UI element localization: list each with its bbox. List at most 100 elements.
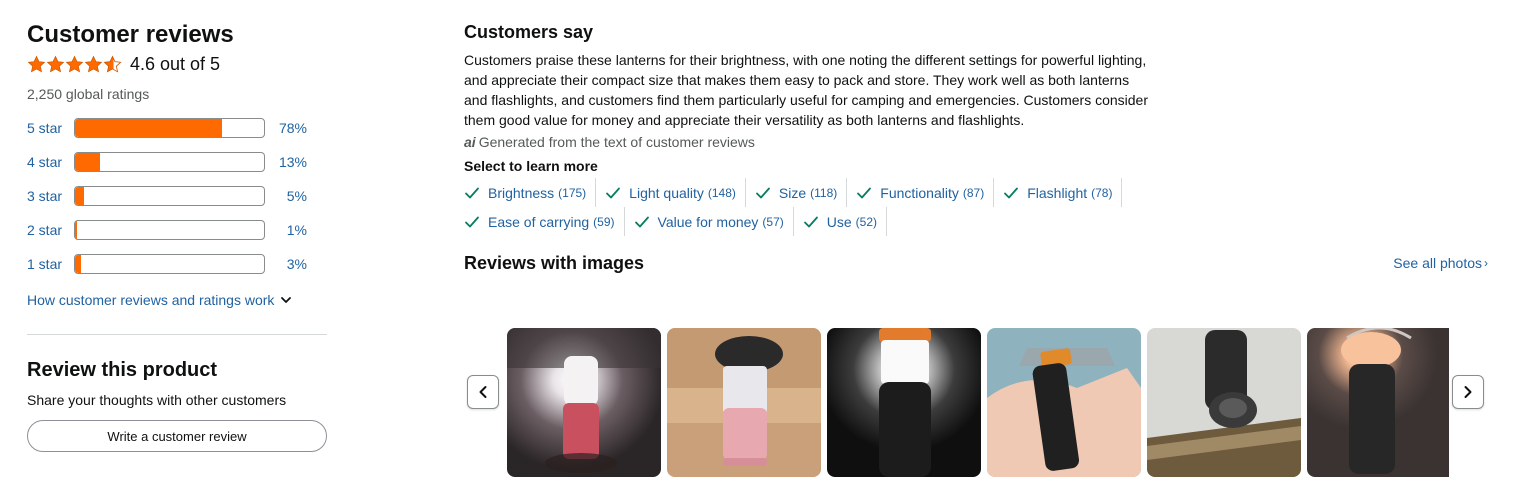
check-icon: [465, 216, 479, 227]
review-image-list: [507, 328, 1449, 477]
aspect-chip-row: Brightness (175) Light quality (148) Size (11…: [464, 178, 1131, 207]
see-all-photos-label: See all photos: [1393, 255, 1482, 271]
how-reviews-work-label: How customer reviews and ratings work: [27, 292, 275, 308]
customer-reviews-title: Customer reviews: [27, 21, 234, 48]
histogram-star-label[interactable]: 4 star: [27, 154, 74, 170]
lantern-photo: [987, 328, 1141, 477]
rating-text: 4.6 out of 5: [130, 53, 221, 74]
star-rating: [27, 54, 122, 74]
histogram-percent[interactable]: 3%: [265, 256, 307, 272]
check-icon: [465, 187, 479, 198]
aspect-chip[interactable]: Light quality (148): [605, 178, 746, 207]
aspect-chip-count: (52): [855, 214, 878, 229]
chevron-left-icon: [479, 386, 487, 398]
review-image[interactable]: [667, 328, 821, 477]
review-image[interactable]: [1147, 328, 1301, 477]
customers-say-panel: Customers say Customers praise these lan…: [464, 20, 1494, 279]
histogram-row[interactable]: 5 star 78%: [27, 111, 327, 145]
aspect-chip[interactable]: Value for money (57): [634, 207, 794, 236]
star-icon: [46, 55, 65, 72]
chevron-right-icon: ›: [1484, 256, 1488, 270]
aspect-chip[interactable]: Ease of carrying (59): [464, 207, 625, 236]
check-icon: [634, 216, 649, 227]
reviews-with-images-header: Reviews with images See all photos ›: [464, 253, 1494, 279]
review-image[interactable]: [827, 328, 981, 477]
histogram-bar[interactable]: [74, 186, 265, 206]
aspect-chip-count: (78): [1091, 185, 1113, 200]
aspect-chip-label: Use: [826, 213, 852, 230]
histogram-row[interactable]: 1 star 3%: [27, 247, 327, 281]
aspect-chip-label: Value for money: [657, 213, 759, 230]
check-icon: [1004, 187, 1019, 198]
global-ratings-count: 2,250 global ratings: [27, 86, 150, 102]
review-product-title: Review this product: [27, 359, 218, 381]
histogram-percent[interactable]: 5%: [265, 188, 307, 204]
histogram-bar-fill: [75, 255, 81, 273]
histogram-row[interactable]: 2 star 1%: [27, 213, 327, 247]
check-icon: [606, 187, 621, 198]
star-half-icon: [103, 54, 122, 73]
histogram-percent[interactable]: 13%: [265, 154, 307, 170]
reviews-with-images-title: Reviews with images: [464, 253, 645, 273]
aspect-chip-count: (118): [810, 185, 838, 200]
aspect-chip-label: Functionality: [880, 184, 959, 201]
aspect-chip-count: (59): [593, 214, 615, 229]
histogram-row[interactable]: 3 star 5%: [27, 179, 327, 213]
customers-say-title: Customers say: [464, 22, 594, 42]
write-review-button[interactable]: Write a customer review: [27, 420, 327, 452]
histogram-star-label[interactable]: 1 star: [27, 256, 74, 272]
ai-generated-note: ai Generated from the text of customer r…: [464, 134, 1494, 150]
aspect-chips: Brightness (175) Light quality (148) Size (11…: [464, 178, 1164, 236]
aspect-chip[interactable]: Brightness (175): [464, 178, 597, 207]
aspect-chip-label: Ease of carrying: [488, 213, 590, 230]
histogram-bar[interactable]: [74, 118, 265, 138]
histogram-row[interactable]: 4 star 13%: [27, 145, 327, 179]
review-image[interactable]: [987, 328, 1141, 477]
aspect-chip-count: (148): [707, 185, 736, 200]
aspect-chip-count: (87): [962, 185, 985, 200]
carousel-next-button[interactable]: [1452, 375, 1484, 409]
lantern-photo: [667, 328, 821, 477]
review-image[interactable]: [1307, 328, 1449, 477]
aspect-chip-count: (175): [558, 185, 587, 200]
histogram-star-label[interactable]: 2 star: [27, 222, 74, 238]
histogram-star-label[interactable]: 3 star: [27, 188, 74, 204]
aspect-chip[interactable]: Flashlight (78): [1003, 178, 1123, 207]
review-product-subtitle: Share your thoughts with other customers: [27, 392, 287, 408]
aspect-chip-label: Brightness: [488, 184, 555, 201]
star-icon: [84, 55, 103, 72]
review-images-carousel: [467, 328, 1487, 478]
lantern-photo: [507, 328, 661, 477]
histogram-bar[interactable]: [74, 220, 265, 240]
histogram-bar-fill: [75, 153, 100, 171]
section-divider: [27, 334, 327, 335]
histogram-bar-fill: [75, 119, 223, 137]
chevron-down-icon: [281, 297, 292, 303]
rating-histogram: 5 star 78% 4 star 13% 3 star 5% 2 star 1% 1 star…: [27, 111, 327, 281]
lantern-photo: [1147, 328, 1301, 477]
average-rating[interactable]: 4.6 out of 5: [27, 52, 327, 76]
histogram-bar[interactable]: [74, 152, 265, 172]
histogram-percent[interactable]: 1%: [265, 222, 307, 238]
check-icon: [803, 216, 818, 227]
aspect-chip[interactable]: Functionality (87): [856, 178, 995, 207]
histogram-bar-fill: [75, 221, 77, 239]
aspect-chip[interactable]: Use (52): [803, 207, 888, 236]
aspect-chip-label: Flashlight: [1027, 184, 1088, 201]
histogram-bar-fill: [75, 187, 85, 205]
aspect-chip-count: (57): [762, 214, 784, 229]
see-all-photos-link[interactable]: See all photos ›: [1393, 255, 1488, 271]
aspect-chip[interactable]: Size (118): [755, 178, 848, 207]
histogram-bar[interactable]: [74, 254, 265, 274]
how-reviews-work-link[interactable]: How customer reviews and ratings work: [27, 292, 327, 308]
select-to-learn-label: Select to learn more: [464, 158, 598, 174]
ai-icon: ai: [464, 134, 476, 150]
customers-say-summary: Customers praise these lanterns for thei…: [464, 52, 1148, 128]
aspect-chip-label: Light quality: [629, 184, 704, 201]
histogram-star-label[interactable]: 5 star: [27, 120, 74, 136]
ai-generated-text: Generated from the text of customer revi…: [478, 134, 755, 150]
lantern-photo: [1307, 328, 1449, 477]
review-image[interactable]: [507, 328, 661, 477]
histogram-percent[interactable]: 78%: [265, 120, 307, 136]
carousel-prev-button[interactable]: [467, 375, 499, 409]
